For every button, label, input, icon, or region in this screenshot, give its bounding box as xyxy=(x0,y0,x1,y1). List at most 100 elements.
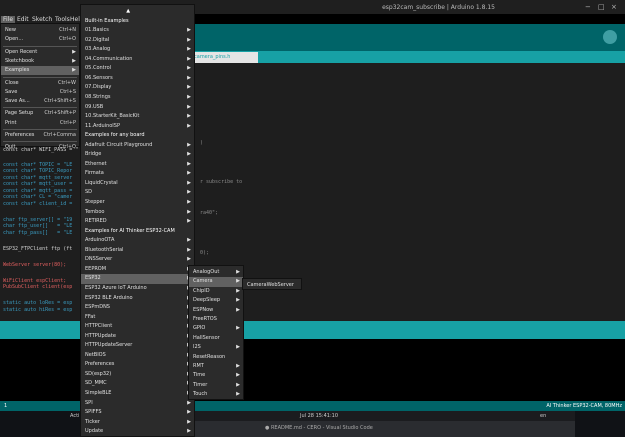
examples-dnsserver[interactable]: DNSServer ▶ xyxy=(81,255,194,265)
minimize-icon[interactable]: − xyxy=(585,3,591,11)
esp32-time[interactable]: Time ▶ xyxy=(189,371,243,380)
examples-firmata[interactable]: Firmata ▶ xyxy=(81,169,194,179)
code-line: const char* client_id = xyxy=(3,200,73,207)
examples-sd-mmc[interactable]: SD_MMC▶ xyxy=(81,379,194,389)
examples-item-label: ArduinoOTA xyxy=(85,237,115,244)
esp32-gpio[interactable]: GPIO ▶ xyxy=(189,324,243,333)
file-menu-open-recent[interactable]: Open Recent ▶ xyxy=(1,48,79,57)
examples-07-display[interactable]: 07.Display ▶ xyxy=(81,83,194,93)
esp32-hallsensor[interactable]: HallSensor xyxy=(189,334,243,343)
examples-liquidcrystal[interactable]: LiquidCrystal ▶ xyxy=(81,179,194,189)
examples-arduinoota[interactable]: ArduinoOTA ▶ xyxy=(81,236,194,246)
esp32-espnow[interactable]: ESPNow ▶ xyxy=(189,306,243,315)
tab-camera-pins[interactable]: camera_pins.h xyxy=(190,52,258,63)
language-indicator[interactable]: en xyxy=(540,413,546,419)
examples-item-label: ESPmDNS xyxy=(85,304,110,311)
file-menu-quit[interactable]: Quit Ctrl+Q xyxy=(1,143,79,152)
file-menu-save-as[interactable]: Save As... Ctrl+Shift+S xyxy=(1,97,79,106)
examples-httpclient[interactable]: HTTPClient▶ xyxy=(81,322,194,332)
examples-06-sensors[interactable]: 06.Sensors ▶ xyxy=(81,74,194,84)
examples-ffat[interactable]: FFat▶ xyxy=(81,313,194,323)
chevron-right-icon: ▶ xyxy=(187,141,191,148)
examples-httpupdate[interactable]: HTTPUpdate▶ xyxy=(81,332,194,342)
file-menu-page-setup[interactable]: Page Setup Ctrl+Shift+P xyxy=(1,109,79,118)
maximize-icon[interactable]: □ xyxy=(598,3,605,11)
esp32-item-label: RMT xyxy=(193,363,204,369)
examples-item-label: 04.Communication xyxy=(85,55,133,62)
activities-button[interactable]: Acti xyxy=(70,413,79,419)
esp32-i2s[interactable]: I2S ▶ xyxy=(189,343,243,352)
menu-tools[interactable]: Tools xyxy=(55,16,70,23)
esp32-freertos[interactable]: FreeRTOS xyxy=(189,315,243,324)
examples-sd-esp32[interactable]: SD(esp32)▶ xyxy=(81,370,194,380)
chevron-right-icon: ▶ xyxy=(72,67,76,74)
examples-adafruit-circuit-playground[interactable]: Adafruit Circuit Playground ▶ xyxy=(81,141,194,151)
menu-edit[interactable]: Edit xyxy=(17,16,29,23)
vscode-window: ● README.md - CERO - Visual Studio Code xyxy=(185,421,575,437)
chevron-right-icon: ▶ xyxy=(187,409,191,416)
esp32-chipid[interactable]: ChipID ▶ xyxy=(189,287,243,296)
examples-httpupdateserver[interactable]: HTTPUpdateServer▶ xyxy=(81,341,194,351)
examples-bridge[interactable]: Bridge ▶ xyxy=(81,150,194,160)
file-menu-sketchbook[interactable]: Sketchbook ▶ xyxy=(1,57,79,66)
menu-sketch[interactable]: Sketch xyxy=(32,16,52,23)
camera-camerawebserver[interactable]: CameraWebServer xyxy=(243,281,301,289)
examples-08-strings[interactable]: 08.Strings ▶ xyxy=(81,93,194,103)
esp32-touch[interactable]: Touch ▶ xyxy=(189,390,243,399)
examples-sd[interactable]: SD ▶ xyxy=(81,188,194,198)
file-menu-close[interactable]: Close Ctrl+W xyxy=(1,79,79,88)
examples-netbios[interactable]: NetBIOS▶ xyxy=(81,351,194,361)
code-line: PubSubClient client(esp xyxy=(3,284,73,290)
file-menu-open[interactable]: Open... Ctrl+O xyxy=(1,35,79,44)
examples-bluetoothserial[interactable]: BluetoothSerial ▶ xyxy=(81,246,194,256)
examples-eeprom[interactable]: EEPROM▶ xyxy=(81,265,194,275)
examples-01-basics[interactable]: 01.Basics ▶ xyxy=(81,26,194,36)
examples-11-arduinoisp[interactable]: 11.ArduinoISP ▶ xyxy=(81,122,194,132)
examples-03-analog[interactable]: 03.Analog ▶ xyxy=(81,45,194,55)
examples-spiffs[interactable]: SPIFFS ▶ xyxy=(81,408,194,418)
menu-separator xyxy=(3,76,77,78)
file-menu-examples[interactable]: Examples ▶ xyxy=(1,66,79,76)
examples-update[interactable]: Update ▶ xyxy=(81,427,194,437)
chevron-right-icon: ▶ xyxy=(187,36,191,43)
examples-retired[interactable]: RETIRED ▶ xyxy=(81,217,194,227)
file-menu-item-label: Open Recent xyxy=(5,48,38,55)
examples-09-usb[interactable]: 09.USB ▶ xyxy=(81,103,194,113)
examples-spi[interactable]: SPI ▶ xyxy=(81,399,194,409)
examples-esp32-azure-iot-arduino[interactable]: ESP32 Azure IoT Arduino▶ xyxy=(81,284,194,294)
clock[interactable]: Jul 28 15:41:10 xyxy=(300,413,338,419)
file-menu-item-label: Examples xyxy=(5,67,30,74)
esp32-resetreason[interactable]: ResetReason xyxy=(189,353,243,362)
esp32-timer[interactable]: Timer ▶ xyxy=(189,381,243,390)
file-menu-print[interactable]: Print Ctrl+P xyxy=(1,119,79,128)
file-menu-preferences[interactable]: Preferences Ctrl+Comma xyxy=(1,131,79,140)
menu-file[interactable]: File xyxy=(1,16,16,23)
examples-05-control[interactable]: 05.Control ▶ xyxy=(81,64,194,74)
examples-ethernet[interactable]: Ethernet ▶ xyxy=(81,160,194,170)
esp32-deepsleep[interactable]: DeepSleep ▶ xyxy=(189,296,243,305)
examples-10-starterkit-basickit[interactable]: 10.StarterKit_BasicKit ▶ xyxy=(81,112,194,122)
chevron-right-icon: ▶ xyxy=(187,84,191,91)
close-icon[interactable]: × xyxy=(611,3,617,11)
examples-stepper[interactable]: Stepper ▶ xyxy=(81,198,194,208)
examples-espmdns[interactable]: ESPmDNS▶ xyxy=(81,303,194,313)
file-menu-save[interactable]: Save Ctrl+S xyxy=(1,88,79,97)
examples-esp32-ble-arduino[interactable]: ESP32 BLE Arduino▶ xyxy=(81,294,194,304)
examples-simpleble[interactable]: SimpleBLE▶ xyxy=(81,389,194,399)
examples-item-label: SPI xyxy=(85,399,93,406)
examples-temboo[interactable]: Temboo ▶ xyxy=(81,208,194,218)
examples-esp32[interactable]: ESP32▶ xyxy=(81,274,194,284)
esp32-camera[interactable]: Camera ▶ xyxy=(189,277,243,287)
esp32-analogout[interactable]: AnalogOut ▶ xyxy=(189,268,243,277)
chevron-right-icon: ▶ xyxy=(236,381,240,388)
chevron-right-icon: ▶ xyxy=(236,278,240,285)
examples-04-communication[interactable]: 04.Communication ▶ xyxy=(81,55,194,65)
file-menu-new[interactable]: New Ctrl+N xyxy=(1,26,79,35)
examples-ticker[interactable]: Ticker ▶ xyxy=(81,418,194,428)
examples-preferences[interactable]: Preferences▶ xyxy=(81,360,194,370)
serial-monitor-icon[interactable] xyxy=(603,30,617,44)
examples-item-label: 09.USB xyxy=(85,103,104,110)
esp32-rmt[interactable]: RMT ▶ xyxy=(189,362,243,371)
examples-02-digital[interactable]: 02.Digital ▶ xyxy=(81,36,194,46)
file-menu: New Ctrl+N Open... Ctrl+O Open Recent ▶ Sketch… xyxy=(0,23,80,150)
